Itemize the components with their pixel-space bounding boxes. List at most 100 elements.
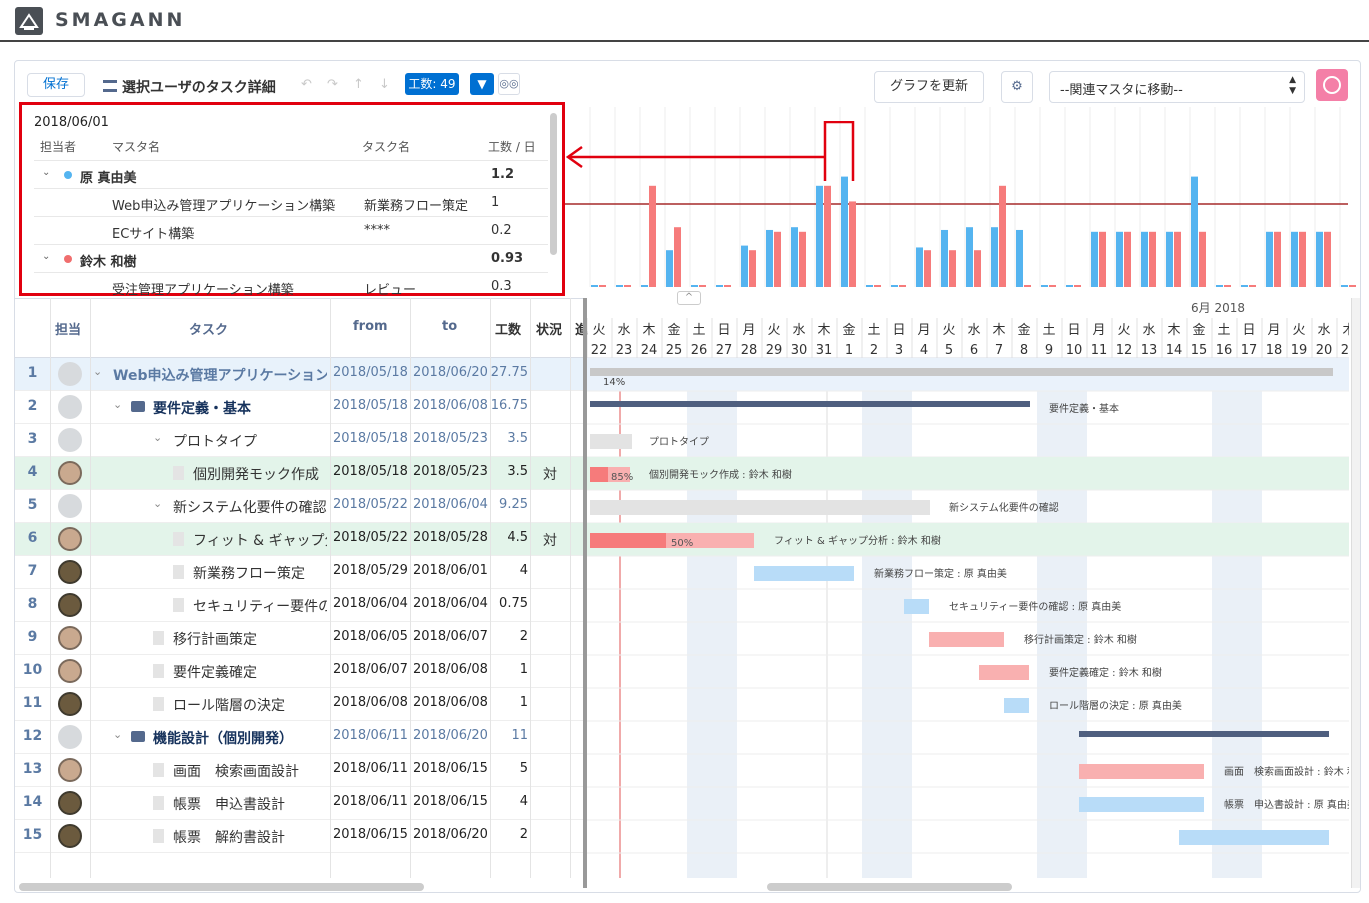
- chevron-down-icon[interactable]: ⌄: [42, 167, 50, 178]
- to-date[interactable]: 2018/06/15: [413, 794, 488, 809]
- work-value[interactable]: 3.5: [490, 464, 528, 479]
- col-header-status[interactable]: 状況: [536, 319, 562, 338]
- to-date[interactable]: 2018/06/08: [413, 695, 488, 710]
- from-date[interactable]: 2018/05/29: [333, 563, 408, 578]
- table-row[interactable]: 10 要件定義確定 2018/06/07 2018/06/08 1: [15, 655, 585, 688]
- table-row[interactable]: 4 個別開発モック作成 2018/05/18 2018/05/23 3.5 対: [15, 457, 585, 490]
- col-header-assignee[interactable]: 担当: [55, 319, 81, 338]
- from-date[interactable]: 2018/05/18: [333, 464, 408, 479]
- status-value[interactable]: 対: [543, 530, 557, 550]
- work-value[interactable]: 2: [490, 629, 528, 644]
- work-value[interactable]: 5: [490, 761, 528, 776]
- glasses-icon[interactable]: ◎◎: [498, 73, 520, 95]
- task-name[interactable]: フィット & ギャップ分析: [193, 530, 327, 550]
- task-name[interactable]: 個別開発モック作成: [193, 464, 327, 484]
- table-row[interactable]: 2 ⌄ 要件定義・基本 2018/05/18 2018/06/08 16.75: [15, 391, 585, 424]
- col-header-task[interactable]: タスク: [189, 319, 228, 338]
- work-value[interactable]: 2: [490, 827, 528, 842]
- status-value[interactable]: 対: [543, 464, 557, 484]
- to-date[interactable]: 2018/05/23: [413, 464, 488, 479]
- task-name[interactable]: 機能設計（個別開発）: [153, 728, 327, 748]
- to-date[interactable]: 2018/06/20: [413, 827, 488, 842]
- chevron-down-icon[interactable]: ⌄: [93, 365, 102, 378]
- work-value[interactable]: 9.25: [490, 497, 528, 512]
- save-button[interactable]: 保存: [27, 73, 85, 97]
- from-date[interactable]: 2018/06/04: [333, 596, 408, 611]
- to-date[interactable]: 2018/06/20: [413, 365, 488, 380]
- from-date[interactable]: 2018/05/18: [333, 398, 408, 413]
- from-date[interactable]: 2018/06/11: [333, 794, 408, 809]
- task-name[interactable]: Web申込み管理アプリケーション構築: [113, 365, 327, 385]
- task-name[interactable]: 移行計画策定: [173, 629, 327, 649]
- task-name[interactable]: 要件定義確定: [173, 662, 327, 682]
- table-row[interactable]: 11 ロール階層の決定 2018/06/08 2018/06/08 1: [15, 688, 585, 721]
- task-name[interactable]: 画面 検索画面設計: [173, 761, 327, 781]
- chevron-down-icon[interactable]: ⌄: [153, 497, 162, 510]
- table-row[interactable]: 15 帳票 解約書設計 2018/06/15 2018/06/20 2: [15, 820, 585, 853]
- to-date[interactable]: 2018/06/04: [413, 497, 488, 512]
- task-name[interactable]: セキュリティー要件の確認: [193, 596, 327, 616]
- from-date[interactable]: 2018/06/11: [333, 728, 408, 743]
- move-up-icon[interactable]: ↑: [353, 77, 364, 92]
- work-value[interactable]: 4: [490, 563, 528, 578]
- chevron-down-icon[interactable]: ⌄: [42, 251, 50, 262]
- work-value[interactable]: 11: [490, 728, 528, 743]
- table-row[interactable]: 6 フィット & ギャップ分析 2018/05/22 2018/05/284.5 対: [15, 523, 585, 556]
- col-header-work[interactable]: 工数: [495, 319, 521, 338]
- refresh-graph-button[interactable]: グラフを更新: [874, 71, 984, 103]
- work-value[interactable]: 4: [490, 794, 528, 809]
- to-date[interactable]: 2018/06/20: [413, 728, 488, 743]
- task-name[interactable]: 新業務フロー策定: [193, 563, 327, 583]
- from-date[interactable]: 2018/05/22: [333, 530, 408, 545]
- from-date[interactable]: 2018/05/18: [333, 431, 408, 446]
- to-date[interactable]: 2018/06/15: [413, 761, 488, 776]
- task-name[interactable]: プロトタイプ: [173, 431, 327, 451]
- table-row[interactable]: 13 画面 検索画面設計 2018/06/11 2018/06/15 5: [15, 754, 585, 787]
- from-date[interactable]: 2018/06/11: [333, 761, 408, 776]
- table-row[interactable]: 8セキュリティー要件の確認2018/06/042018/06/040.75: [15, 589, 585, 622]
- filter-icon[interactable]: ▼: [470, 73, 494, 95]
- work-value[interactable]: 3.5: [490, 431, 528, 446]
- settings-gear-icon[interactable]: ⚙: [1001, 71, 1033, 103]
- from-date[interactable]: 2018/05/22: [333, 497, 408, 512]
- work-value[interactable]: 1: [490, 662, 528, 677]
- popup-row[interactable]: ⌄ 鈴木 和樹 0.93: [34, 244, 548, 272]
- to-date[interactable]: 2018/06/08: [413, 398, 488, 413]
- task-name[interactable]: ロール階層の決定: [173, 695, 327, 715]
- to-date[interactable]: 2018/05/23: [413, 431, 488, 446]
- to-date[interactable]: 2018/06/07: [413, 629, 488, 644]
- table-row[interactable]: 3 ⌄ プロトタイプ 2018/05/18 2018/05/23 3.5: [15, 424, 585, 457]
- to-date[interactable]: 2018/06/08: [413, 662, 488, 677]
- from-date[interactable]: 2018/06/15: [333, 827, 408, 842]
- task-name[interactable]: 帳票 申込書設計: [173, 794, 327, 814]
- master-select[interactable]: --関連マスタに移動-- ▲ ▼: [1049, 71, 1305, 103]
- table-row[interactable]: 7 新業務フロー策定 2018/05/29 2018/06/01 4: [15, 556, 585, 589]
- task-name[interactable]: 新システム化要件の確認: [173, 497, 327, 517]
- task-name[interactable]: 帳票 解約書設計: [173, 827, 327, 847]
- col-header-from[interactable]: from: [353, 319, 388, 334]
- from-date[interactable]: 2018/06/07: [333, 662, 408, 677]
- to-date[interactable]: 2018/06/01: [413, 563, 488, 578]
- clock-icon[interactable]: [1316, 69, 1348, 101]
- undo-icon[interactable]: ↶: [301, 77, 312, 92]
- work-value[interactable]: 4.5: [490, 530, 528, 545]
- table-row[interactable]: 9 移行計画策定 2018/06/05 2018/06/07 2: [15, 622, 585, 655]
- work-value[interactable]: 16.75: [490, 398, 528, 413]
- grid-scrollbar-h[interactable]: [19, 883, 424, 891]
- table-row[interactable]: 5 ⌄ 新システム化要件の確認 2018/05/22 2018/06/04 9.25: [15, 490, 585, 523]
- popup-scrollbar[interactable]: [550, 113, 557, 255]
- from-date[interactable]: 2018/06/08: [333, 695, 408, 710]
- chevron-down-icon[interactable]: ⌄: [153, 431, 162, 444]
- from-date[interactable]: 2018/06/05: [333, 629, 408, 644]
- work-value[interactable]: 1: [490, 695, 528, 710]
- gantt-scrollbar-h[interactable]: [767, 883, 1012, 891]
- chevron-down-icon[interactable]: ⌄: [113, 398, 122, 411]
- to-date[interactable]: 2018/06/04: [413, 596, 488, 611]
- from-date[interactable]: 2018/05/18: [333, 365, 408, 380]
- work-value[interactable]: 0.75: [490, 596, 528, 611]
- gantt-scrollbar-v[interactable]: [1351, 298, 1360, 888]
- chevron-down-icon[interactable]: ⌄: [113, 728, 122, 741]
- table-row[interactable]: 12 ⌄ 機能設計（個別開発） 2018/06/11 2018/06/20 11: [15, 721, 585, 754]
- to-date[interactable]: 2018/05/28: [413, 530, 488, 545]
- popup-row[interactable]: ⌄ 原 真由美 1.2: [34, 160, 548, 188]
